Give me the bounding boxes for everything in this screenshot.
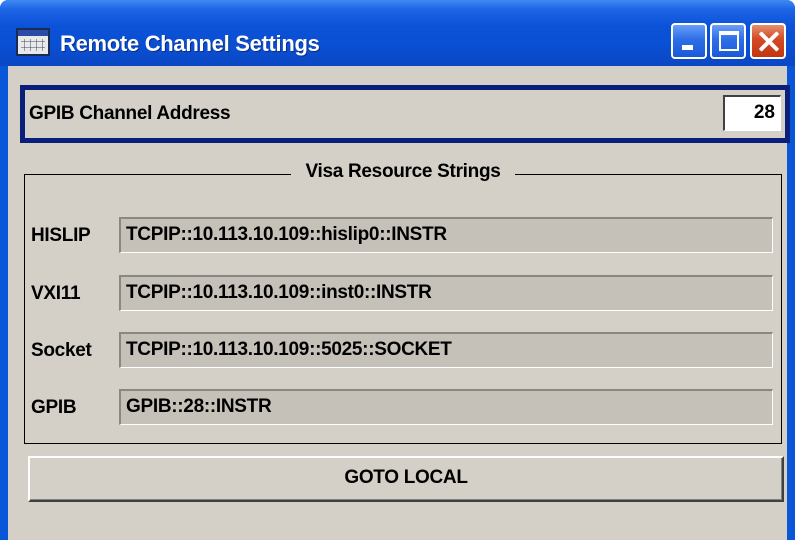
remote-channel-settings-window: Remote Channel Settings GPIB Channel Add… bbox=[0, 0, 795, 540]
gpib-label: GPIB bbox=[31, 397, 77, 418]
close-icon bbox=[756, 28, 782, 54]
visa-row-gpib: GPIB GPIB::28::INSTR bbox=[25, 387, 781, 429]
visa-resource-strings-title: Visa Resource Strings bbox=[291, 161, 515, 182]
vxi11-resource-field[interactable]: TCPIP::10.113.10.109::inst0::INSTR bbox=[119, 275, 773, 311]
visa-row-hislip: HISLIP TCPIP::10.113.10.109::hislip0::IN… bbox=[25, 215, 781, 257]
close-button[interactable] bbox=[750, 23, 786, 59]
visa-row-vxi11: VXI11 TCPIP::10.113.10.109::inst0::INSTR bbox=[25, 273, 781, 315]
maximize-button[interactable] bbox=[710, 23, 746, 59]
hislip-label: HISLIP bbox=[31, 225, 91, 246]
maximize-icon bbox=[719, 31, 739, 51]
hislip-resource-field[interactable]: TCPIP::10.113.10.109::hislip0::INSTR bbox=[119, 217, 773, 253]
gpib-channel-address-row[interactable]: GPIB Channel Address 28 bbox=[20, 85, 790, 143]
title-bar[interactable]: Remote Channel Settings bbox=[0, 0, 795, 66]
gpib-channel-address-input[interactable]: 28 bbox=[723, 95, 781, 131]
dialog-client-area: GPIB Channel Address 28 Visa Resource St… bbox=[8, 66, 790, 540]
vxi11-label: VXI11 bbox=[31, 283, 81, 304]
window-title: Remote Channel Settings bbox=[60, 31, 320, 56]
goto-local-button[interactable]: GOTO LOCAL bbox=[28, 456, 784, 502]
keyboard-app-icon bbox=[16, 28, 50, 56]
minimize-icon bbox=[682, 45, 693, 50]
socket-label: Socket bbox=[31, 340, 92, 361]
minimize-button[interactable] bbox=[671, 23, 707, 59]
gpib-resource-field[interactable]: GPIB::28::INSTR bbox=[119, 389, 773, 425]
socket-resource-field[interactable]: TCPIP::10.113.10.109::5025::SOCKET bbox=[119, 332, 773, 368]
gpib-channel-address-label: GPIB Channel Address bbox=[29, 103, 231, 124]
visa-row-socket: Socket TCPIP::10.113.10.109::5025::SOCKE… bbox=[25, 330, 781, 372]
visa-resource-strings-group: Visa Resource Strings HISLIP TCPIP::10.1… bbox=[24, 161, 782, 444]
